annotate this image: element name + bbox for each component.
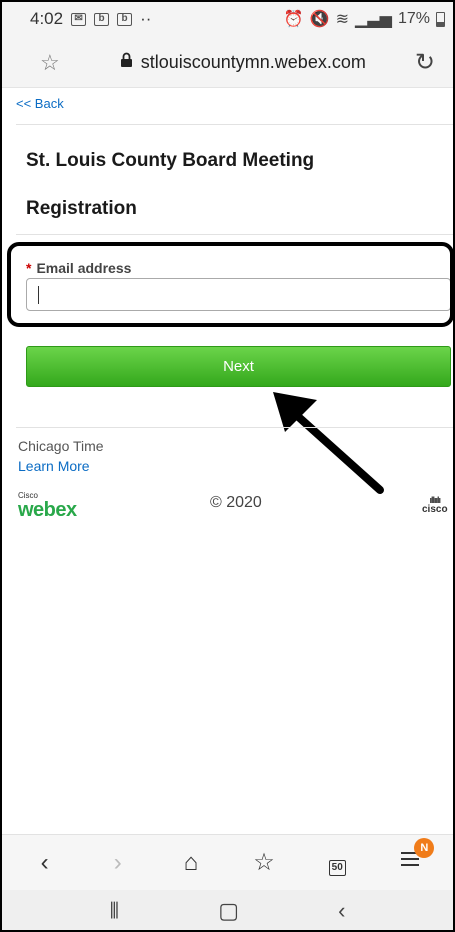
reload-icon[interactable]: ↻ bbox=[415, 48, 435, 77]
home-icon[interactable]: ⌂ bbox=[169, 849, 213, 877]
back-link[interactable]: << Back bbox=[16, 96, 64, 111]
next-button[interactable]: Next bbox=[26, 346, 451, 387]
b-app-icon: b bbox=[117, 12, 133, 26]
notification-badge: N bbox=[414, 838, 435, 858]
system-nav-bar: ⦀ ▢ ‹ bbox=[0, 890, 455, 932]
gmail-icon: ✉ bbox=[71, 12, 87, 26]
divider bbox=[16, 124, 455, 125]
webex-logo: Cisco webex bbox=[18, 491, 77, 521]
forward-nav-icon[interactable]: › bbox=[96, 849, 140, 877]
back-nav-icon[interactable]: ‹ bbox=[23, 849, 67, 877]
timezone-text: Chicago Time bbox=[18, 438, 104, 454]
divider bbox=[16, 427, 455, 428]
battery-percent: 17% bbox=[397, 10, 430, 27]
b-app-icon: b bbox=[94, 12, 110, 26]
mute-icon: 🔇 bbox=[309, 11, 330, 28]
menu-button[interactable]: N bbox=[388, 838, 435, 877]
clock: 4:02 bbox=[30, 9, 64, 28]
battery-icon bbox=[436, 11, 445, 27]
more-dots-icon: ·· bbox=[140, 9, 152, 28]
system-back-icon[interactable]: ‹ bbox=[338, 898, 345, 924]
copyright: © 2020 bbox=[210, 494, 262, 511]
divider bbox=[16, 234, 455, 235]
home-button-icon[interactable]: ▢ bbox=[218, 898, 239, 924]
email-field[interactable] bbox=[26, 278, 451, 311]
browser-bottom-nav: ‹ › ⌂ ☆ 50 N bbox=[0, 834, 455, 890]
text-caret bbox=[38, 286, 39, 304]
wifi-icon: ≋ bbox=[335, 11, 350, 28]
signal-icon: ▁▃▅ bbox=[355, 11, 392, 28]
browser-url-bar: ☆ stlouiscountymn.webex.com ↻ bbox=[0, 38, 455, 88]
page-title: St. Louis County Board Meeting bbox=[26, 150, 315, 171]
required-mark: * bbox=[26, 260, 32, 276]
recent-apps-icon[interactable]: ⦀ bbox=[110, 898, 120, 924]
lock-icon bbox=[120, 52, 133, 73]
learn-more-link[interactable]: Learn More bbox=[18, 458, 90, 474]
tabs-button[interactable]: 50 bbox=[315, 849, 359, 877]
status-bar: 4:02 ✉ b b ·· ⏰ 🔇 ≋ ▁▃▅ 17% bbox=[0, 0, 455, 38]
cisco-logo: ıllıılı cisco bbox=[422, 495, 448, 515]
annotation-arrow bbox=[273, 392, 384, 494]
bookmarks-icon[interactable]: ☆ bbox=[242, 848, 286, 877]
bookmark-star-icon[interactable]: ☆ bbox=[40, 50, 60, 76]
url-text: stlouiscountymn.webex.com bbox=[140, 52, 366, 72]
url-field[interactable]: stlouiscountymn.webex.com bbox=[120, 52, 366, 73]
page-subtitle: Registration bbox=[26, 198, 137, 219]
alarm-icon: ⏰ bbox=[283, 11, 304, 28]
email-label: * Email address bbox=[26, 260, 132, 276]
tabs-count: 50 bbox=[328, 859, 346, 876]
